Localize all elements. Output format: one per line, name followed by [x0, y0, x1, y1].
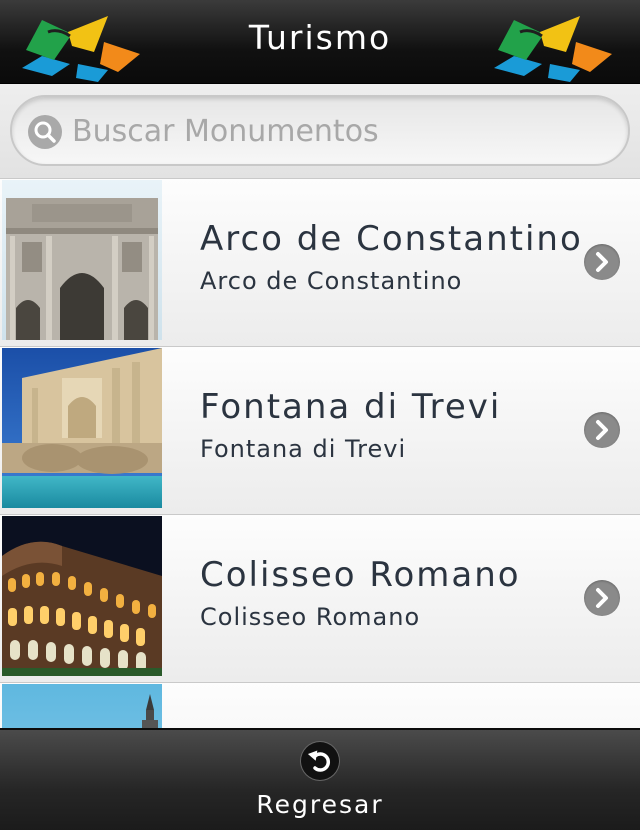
chevron-right-icon[interactable] — [584, 244, 620, 280]
kites-logo-icon — [494, 16, 612, 82]
back-label: Regresar — [256, 790, 384, 819]
list-item-colisseo-romano[interactable]: Colisseo Romano Colisseo Romano — [0, 515, 640, 683]
header-bar: Turismo — [0, 0, 640, 84]
tower-photo — [2, 684, 162, 728]
footer-bar: Regresar — [0, 728, 640, 830]
monument-list: Arco de Constantino Arco de Constantino — [0, 179, 640, 728]
monument-title: Arco de Constantino — [200, 219, 583, 259]
colosseum-photo — [2, 516, 162, 676]
list-item-arco-de-constantino[interactable]: Arco de Constantino Arco de Constantino — [0, 179, 640, 347]
arch-photo — [2, 180, 162, 340]
list-item-fontana-di-trevi[interactable]: Fontana di Trevi Fontana di Trevi — [0, 347, 640, 515]
search-field-container[interactable] — [10, 95, 630, 166]
undo-arrow-icon — [301, 742, 339, 780]
fountain-photo — [2, 348, 162, 508]
monument-title: Fontana di Trevi — [200, 387, 502, 427]
chevron-right-icon[interactable] — [584, 412, 620, 448]
search-bar — [0, 84, 640, 179]
monument-subtitle: Arco de Constantino — [200, 267, 463, 295]
back-button[interactable]: Regresar — [230, 734, 410, 828]
chevron-right-icon[interactable] — [584, 580, 620, 616]
monument-subtitle: Colisseo Romano — [200, 603, 421, 631]
monument-subtitle: Fontana di Trevi — [200, 435, 407, 463]
search-icon — [28, 115, 62, 149]
list-item-partial[interactable] — [0, 683, 640, 728]
search-input[interactable] — [72, 105, 612, 157]
monument-title: Colisseo Romano — [200, 555, 521, 595]
